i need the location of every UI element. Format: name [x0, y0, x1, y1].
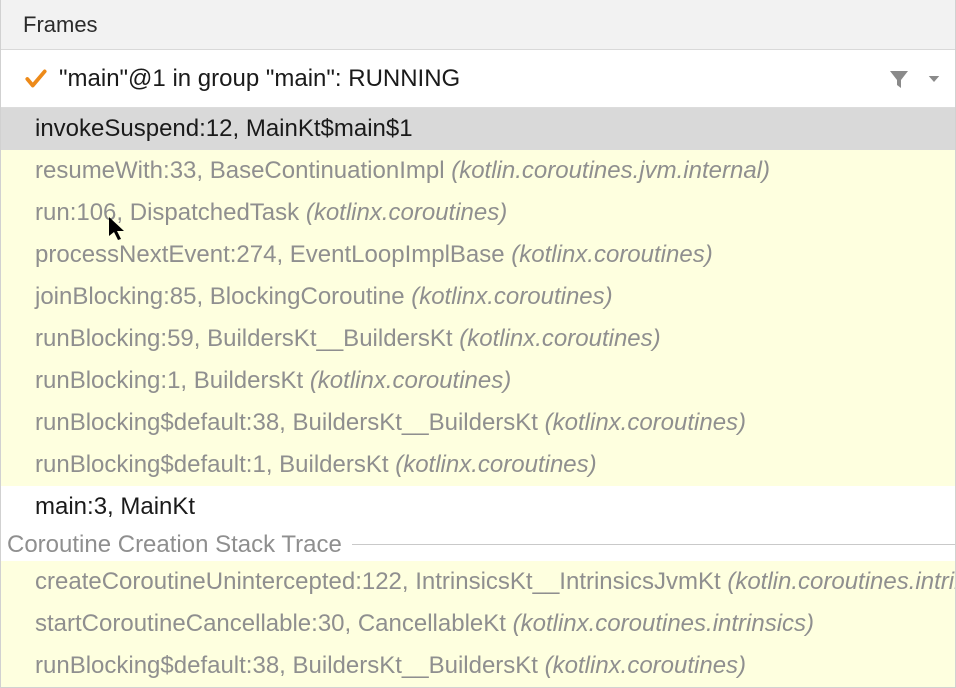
thread-text: "main"@1 in group "main": RUNNING	[59, 65, 873, 93]
tab-frames-label: Frames	[23, 12, 98, 38]
separator-label: Coroutine Creation Stack Trace	[7, 531, 342, 559]
filter-icon[interactable]	[887, 67, 911, 91]
frame-package: (kotlinx.coroutines)	[459, 325, 660, 352]
creation-stack-separator: Coroutine Creation Stack Trace	[1, 528, 955, 561]
frame-text: runBlocking:1, BuildersKt	[35, 367, 310, 394]
frame-text: main:3, MainKt	[35, 493, 195, 520]
frame-text: runBlocking$default:38, BuildersKt__Buil…	[35, 652, 545, 679]
frame-package: (kotlinx.coroutines)	[310, 367, 511, 394]
frame-package: (kotlin.coroutines.jvm.internal)	[451, 157, 770, 184]
frame-text: processNextEvent:274, EventLoopImplBase	[35, 241, 511, 268]
stack-frame[interactable]: createCoroutineUnintercepted:122, Intrin…	[1, 561, 955, 603]
frame-text: runBlocking$default:1, BuildersKt	[35, 451, 395, 478]
frame-text: run:106, DispatchedTask	[35, 199, 306, 226]
thread-selector[interactable]: "main"@1 in group "main": RUNNING	[1, 50, 955, 108]
frame-package: (kotlinx.coroutines.intrinsics)	[513, 610, 814, 637]
frame-text: resumeWith:33, BaseContinuationImpl	[35, 157, 451, 184]
stack-frame[interactable]: runBlocking:1, BuildersKt (kotlinx.corou…	[1, 360, 955, 402]
stack-frame[interactable]: main:3, MainKt	[1, 486, 955, 528]
frame-package: (kotlinx.coroutines)	[545, 652, 746, 679]
frame-package: (kotlinx.coroutines)	[306, 199, 507, 226]
tab-frames[interactable]: Frames	[1, 0, 955, 50]
frame-package: (kotlinx.coroutines)	[545, 409, 746, 436]
stack-frame[interactable]: runBlocking$default:1, BuildersKt (kotli…	[1, 444, 955, 486]
frame-package: (kotlinx.coroutines)	[511, 241, 712, 268]
stack-frame[interactable]: resumeWith:33, BaseContinuationImpl (kot…	[1, 150, 955, 192]
stack-frame[interactable]: startCoroutineCancellable:30, Cancellabl…	[1, 603, 955, 645]
chevron-down-icon[interactable]	[925, 70, 943, 88]
frame-text: runBlocking$default:38, BuildersKt__Buil…	[35, 409, 545, 436]
frame-text: startCoroutineCancellable:30, Cancellabl…	[35, 610, 513, 637]
stack-frame[interactable]: runBlocking$default:38, BuildersKt__Buil…	[1, 402, 955, 444]
stack-frame[interactable]: run:106, DispatchedTask (kotlinx.corouti…	[1, 192, 955, 234]
check-icon	[23, 66, 49, 92]
frame-text: createCoroutineUnintercepted:122, Intrin…	[35, 568, 727, 595]
frames-panel: Frames "main"@1 in group "main": RUNNING…	[0, 0, 956, 688]
frame-package: (kotlinx.coroutines)	[411, 283, 612, 310]
stack-frame[interactable]: runBlocking:59, BuildersKt__BuildersKt (…	[1, 318, 955, 360]
frames-list[interactable]: invokeSuspend:12, MainKt$main$1 resumeWit…	[1, 108, 955, 687]
frame-text: runBlocking:59, BuildersKt__BuildersKt	[35, 325, 459, 352]
frame-package: (kotlinx.coroutines)	[395, 451, 596, 478]
frame-package: (kotlin.coroutines.intrinsics)	[727, 568, 955, 595]
frame-text: invokeSuspend:12, MainKt$main$1	[35, 115, 413, 142]
separator-line	[352, 544, 955, 545]
stack-frame[interactable]: processNextEvent:274, EventLoopImplBase …	[1, 234, 955, 276]
stack-frame[interactable]: joinBlocking:85, BlockingCoroutine (kotl…	[1, 276, 955, 318]
stack-frame[interactable]: invokeSuspend:12, MainKt$main$1	[1, 108, 955, 150]
stack-frame[interactable]: runBlocking$default:38, BuildersKt__Buil…	[1, 645, 955, 687]
frame-text: joinBlocking:85, BlockingCoroutine	[35, 283, 411, 310]
